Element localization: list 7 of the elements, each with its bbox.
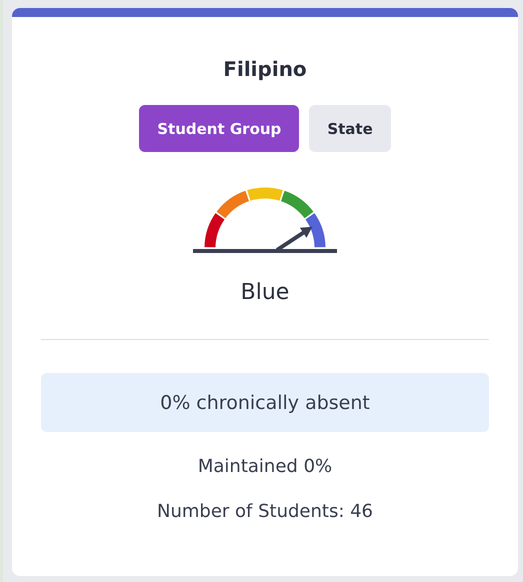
tab[interactable]: Student Group [139, 105, 300, 152]
change-text: Maintained 0% [198, 456, 332, 477]
absence-banner: 0% chronically absent [41, 373, 489, 432]
card-title: Filipino [223, 57, 307, 81]
tab[interactable]: State [309, 105, 391, 152]
student-count: Number of Students: 46 [156, 501, 374, 522]
gauge-label: Blue [240, 280, 290, 305]
